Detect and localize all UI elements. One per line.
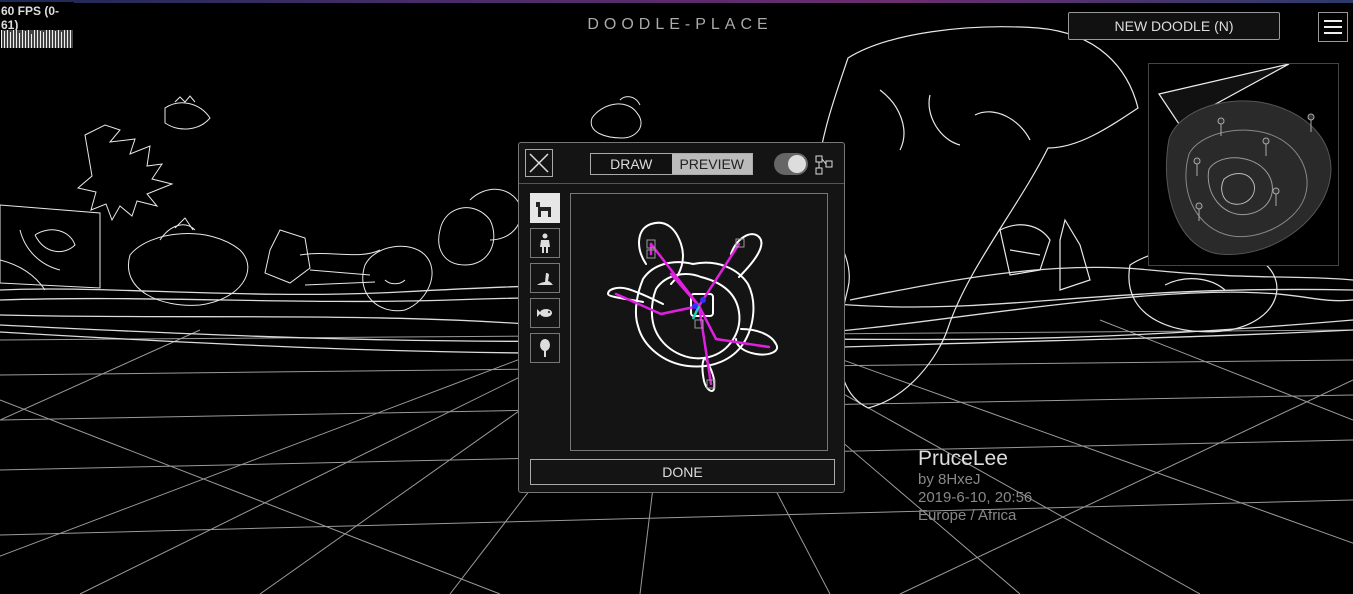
fps-bar: [25, 31, 26, 48]
fps-label: 60 FPS (0-61): [1, 4, 60, 32]
tab-draw[interactable]: DRAW: [591, 154, 672, 174]
doodle-preview: [606, 221, 779, 392]
fps-bar: [61, 32, 62, 48]
category-fish-button[interactable]: [530, 298, 560, 328]
done-button[interactable]: DONE: [530, 459, 835, 485]
quadruped-icon: [536, 202, 551, 217]
fps-bar: [40, 31, 41, 48]
tab-preview[interactable]: PREVIEW: [671, 154, 752, 174]
doodle-editor-dialog: DRAW PREVIEW DONE: [518, 142, 845, 493]
top-accent-bar: [0, 0, 1353, 3]
fps-bar: [58, 30, 59, 48]
fps-graph: [1, 30, 73, 48]
doodle-name: PruceLee: [918, 447, 1008, 470]
minimap-view: [1158, 63, 1332, 255]
mode-switch: DRAW PREVIEW: [590, 153, 753, 175]
menu-button[interactable]: [1318, 12, 1348, 42]
tree-structure-icon[interactable]: [815, 155, 833, 175]
drawing-canvas[interactable]: [570, 193, 828, 451]
site-title: DOODLE-PLACE: [587, 16, 773, 33]
fps-bar: [70, 30, 71, 48]
fps-bar: [43, 32, 44, 48]
fps-bar: [1, 30, 2, 48]
fps-bar: [28, 30, 29, 48]
new-doodle-button[interactable]: NEW DOODLE (N): [1068, 12, 1280, 40]
skeleton-bones: [614, 242, 771, 386]
fps-bar: [67, 30, 68, 48]
human-icon: [540, 233, 550, 253]
minimap[interactable]: [1148, 63, 1339, 266]
fps-bar: [4, 31, 5, 48]
doodle-author: by 8HxeJ: [918, 471, 981, 488]
fps-meter: 60 FPS (0-61): [0, 2, 74, 48]
tree-icon: [540, 339, 550, 357]
category-human-button[interactable]: [530, 228, 560, 258]
doodle-date: 2019-6-10, 20:56: [918, 489, 1033, 506]
fish-icon: [537, 309, 552, 317]
category-tree-button[interactable]: [530, 333, 560, 363]
close-icon: [529, 153, 549, 173]
close-button[interactable]: [525, 149, 553, 177]
fps-bar: [52, 30, 53, 48]
fps-bar: [55, 31, 56, 48]
preview-toggle[interactable]: [774, 153, 808, 175]
fps-bar: [34, 30, 35, 48]
fps-bar: [49, 30, 50, 48]
fps-bar: [10, 32, 11, 48]
fps-bar: [46, 30, 47, 48]
fps-bar: [37, 30, 38, 48]
fps-bar: [64, 30, 65, 48]
fps-bar: [13, 30, 14, 48]
category-quadruped-button[interactable]: [530, 193, 560, 223]
bird-icon: [537, 273, 553, 285]
fps-bar: [19, 33, 20, 48]
fps-bar: [7, 30, 8, 48]
category-bird-button[interactable]: [530, 263, 560, 293]
fps-bar: [31, 34, 32, 48]
doodle-info: PruceLee by 8HxeJ 2019-6-10, 20:56 Europ…: [918, 447, 1032, 525]
fps-bar: [22, 30, 23, 48]
doodle-region: Europe / Africa: [918, 507, 1017, 524]
toggle-knob: [788, 155, 806, 173]
fps-bar: [16, 30, 17, 48]
dialog-divider: [519, 183, 844, 184]
